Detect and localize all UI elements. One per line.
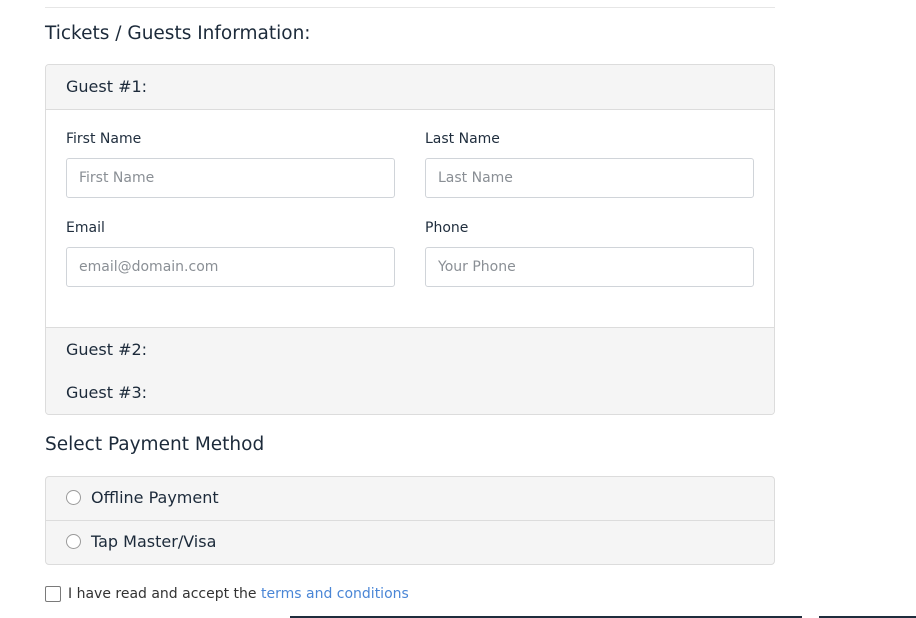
guest-2-header[interactable]: Guest #2: — [46, 327, 774, 372]
terms-prefix: I have read and accept the — [68, 586, 257, 602]
guest-3-title: Guest #3: — [66, 383, 148, 402]
tap-payment-radio[interactable] — [66, 534, 81, 549]
terms-checkbox[interactable] — [45, 586, 61, 602]
last-name-label: Last Name — [425, 131, 500, 147]
guest-3-header[interactable]: Guest #3: — [46, 371, 774, 414]
last-name-input[interactable] — [425, 158, 754, 198]
first-name-input[interactable] — [66, 158, 395, 198]
guest-1-header[interactable]: Guest #1: — [46, 65, 774, 110]
phone-input[interactable] — [425, 247, 754, 287]
email-label: Email — [66, 220, 105, 236]
tickets-section-title: Tickets / Guests Information: — [45, 23, 311, 44]
payment-methods: Offline Payment Tap Master/Visa — [45, 476, 775, 565]
guests-accordion: Guest #1: First Name Last Name Email Pho… — [45, 64, 775, 415]
phone-label: Phone — [425, 220, 469, 236]
email-input[interactable] — [66, 247, 395, 287]
offline-payment-radio[interactable] — [66, 490, 81, 505]
guest-1-title: Guest #1: — [66, 77, 148, 96]
top-divider — [45, 7, 775, 8]
terms-text: I have read and accept the terms and con… — [68, 586, 409, 602]
payment-option-tap[interactable]: Tap Master/Visa — [46, 521, 774, 564]
tap-payment-label: Tap Master/Visa — [91, 532, 217, 551]
guest-2-title: Guest #2: — [66, 340, 148, 359]
first-name-label: First Name — [66, 131, 142, 147]
payment-option-offline[interactable]: Offline Payment — [46, 477, 774, 521]
payment-section-title: Select Payment Method — [45, 434, 265, 455]
offline-payment-label: Offline Payment — [91, 488, 219, 507]
terms-link[interactable]: terms and conditions — [261, 586, 409, 602]
